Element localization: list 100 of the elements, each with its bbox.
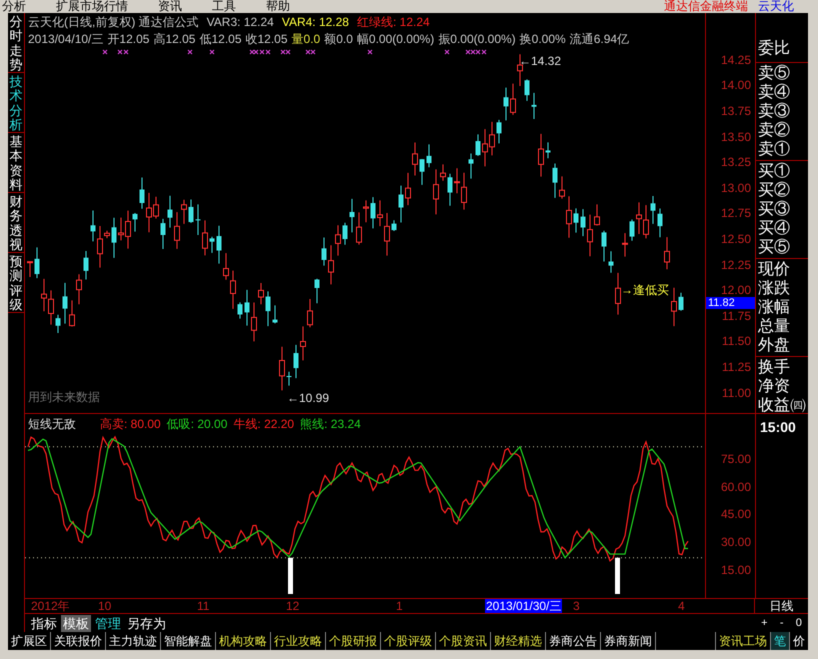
time-axis-label: 3 (572, 599, 581, 613)
quote-value: 2013/04/10/三 (28, 31, 104, 47)
zoom-button[interactable]: + (759, 616, 770, 630)
side-tab[interactable]: 技术分析 (8, 73, 24, 133)
quote-value: 流通6.94亿 (570, 31, 630, 47)
indicator-axis-label: 30.00 (720, 534, 751, 551)
price-axis-label: 13.25 (720, 154, 751, 172)
bottom-tab[interactable]: 个股资讯 (436, 632, 491, 650)
stock-name: 云天化 (758, 0, 794, 13)
quote-field-label: 买① (757, 162, 791, 181)
quote-field-label: 买④ (757, 219, 791, 238)
low-price-label: ←10.99 (287, 391, 330, 405)
indicator-axis-label: 45.00 (720, 506, 751, 524)
price-axis-label: 11.50 (722, 333, 751, 350)
app-title: 通达信金融终端 (664, 0, 748, 13)
quote-field-label: 买② (757, 181, 791, 200)
right-tab[interactable]: 笔 (770, 632, 789, 650)
toolbar-tab[interactable]: 模板 (61, 614, 91, 632)
quote-field-label: 卖① (757, 140, 791, 159)
signal-bar (288, 558, 293, 594)
price-axis-label: 11.25 (722, 358, 751, 376)
quote-field-label: 卖④ (757, 83, 791, 102)
bottom-tab[interactable]: 机构攻略 (216, 632, 271, 650)
indicator-axis-label: 75.00 (720, 450, 751, 468)
indicator-value: VAR3: 12.24 (206, 14, 274, 30)
time-axis-label: 4 (677, 599, 686, 613)
quote-value: 额0.0 (324, 31, 353, 47)
price-axis-label: 12.75 (720, 205, 751, 222)
indicator-name: 短线无敌 (28, 416, 76, 432)
right-tab[interactable]: 价 (789, 632, 808, 650)
high-price-label: ←14.32 (519, 54, 562, 68)
quote-field-label: 买③ (757, 200, 791, 219)
signal-label: →逢低买 (621, 283, 669, 297)
bottom-tab[interactable]: 扩展区 (8, 632, 51, 650)
bottom-tab[interactable]: 主力轨迹 (106, 632, 161, 650)
bottom-tab[interactable]: 财经精选 (491, 632, 546, 650)
bottom-tab[interactable]: 行业攻略 (271, 632, 326, 650)
price-axis-label: 11.75 (722, 308, 751, 325)
quote-field-label: 涨幅 (757, 298, 791, 317)
bottom-tab[interactable]: 个股评级 (381, 632, 436, 650)
menu-item[interactable]: 工具 (203, 0, 245, 13)
toolbar-tab[interactable]: 指标 (29, 614, 59, 632)
quote-value: 高12.05 (153, 31, 196, 47)
price-axis-label: 11.00 (722, 384, 751, 402)
time-axis-label: 10 (97, 599, 112, 613)
quote-value: 低12.05 (199, 31, 242, 47)
indicator-value: VAR4: 12.28 (282, 14, 349, 30)
chart-title: 云天化(日线,前复权) 通达信公式 (28, 14, 199, 30)
price-axis-label: 12.00 (720, 282, 751, 298)
quote-value: 幅0.00(0.00%) (356, 31, 434, 47)
period-label: 日线 (770, 598, 794, 615)
menu-item[interactable]: 扩展市场行情 (47, 0, 137, 13)
side-tab[interactable]: 基本资料 (8, 133, 24, 193)
current-price-marker: 11.82 (706, 297, 755, 309)
quote-field-label: 外盘 (757, 336, 791, 355)
quote-field-label: 涨跌 (757, 279, 791, 298)
toolbar-tab[interactable]: 另存为 (125, 614, 168, 632)
price-axis-label: 14.00 (720, 77, 751, 94)
quote-field-label: 委比 (757, 39, 791, 58)
side-tab[interactable]: 预测评级 (8, 253, 24, 313)
indicator-value: 高卖: 80.00 (100, 416, 161, 432)
price-axis-label: 12.25 (720, 256, 751, 274)
toolbar-tab[interactable]: 管理 (93, 614, 123, 632)
quote-field-label: 净资 (757, 377, 791, 396)
quote-value: 开12.05 (107, 31, 150, 47)
indicator-axis-label: 15.00 (720, 562, 751, 579)
quote-value: 振0.00(0.00%) (438, 31, 516, 47)
time-axis-label: 12 (285, 599, 300, 613)
time-axis-label: 11 (196, 599, 210, 613)
quote-field-label: 买⑤ (757, 238, 791, 257)
menu-item[interactable]: 资讯 (149, 0, 191, 13)
price-axis-label: 13.00 (720, 180, 751, 197)
indicator-value: 熊线: 23.24 (300, 416, 361, 432)
indicator-value: 牛线: 22.20 (233, 416, 294, 432)
quote-field-label: 现价 (757, 260, 791, 279)
time-axis-label: 2013/01/30/三 (485, 599, 562, 613)
quote-value: 换0.00% (520, 31, 566, 47)
side-tab[interactable]: 财务透视 (8, 193, 24, 253)
quote-value: 收12.05 (246, 31, 288, 47)
quote-field-label: 卖② (757, 121, 791, 140)
quote-field-label: 卖③ (757, 102, 791, 121)
time-label: 15:00 (760, 419, 796, 435)
side-tab[interactable]: 分时走势 (8, 13, 24, 73)
menu-item[interactable]: 帮助 (257, 0, 299, 13)
signal-bar (615, 558, 620, 594)
indicator-value: 红绿线: 12.24 (356, 14, 430, 30)
time-axis-label: 2012年 (30, 599, 71, 613)
menu-item[interactable]: 分析 (0, 0, 35, 13)
zoom-button[interactable]: 0 (794, 616, 804, 630)
zoom-button[interactable]: - (778, 616, 786, 630)
quote-field-label: 收益㈣ (757, 396, 807, 415)
bottom-tab[interactable]: 个股研报 (326, 632, 381, 650)
quote-field-label: 总量 (757, 317, 791, 336)
time-axis-label: 1 (395, 599, 404, 613)
indicator-axis-label: 60.00 (720, 478, 751, 496)
chart-note: 用到未来数据 (28, 390, 100, 404)
indicator-value: 低吸: 20.00 (166, 416, 228, 432)
quote-field-label: 换手 (757, 358, 791, 377)
price-axis-label: 13.50 (720, 128, 751, 146)
price-axis-label: 12.50 (720, 230, 751, 248)
